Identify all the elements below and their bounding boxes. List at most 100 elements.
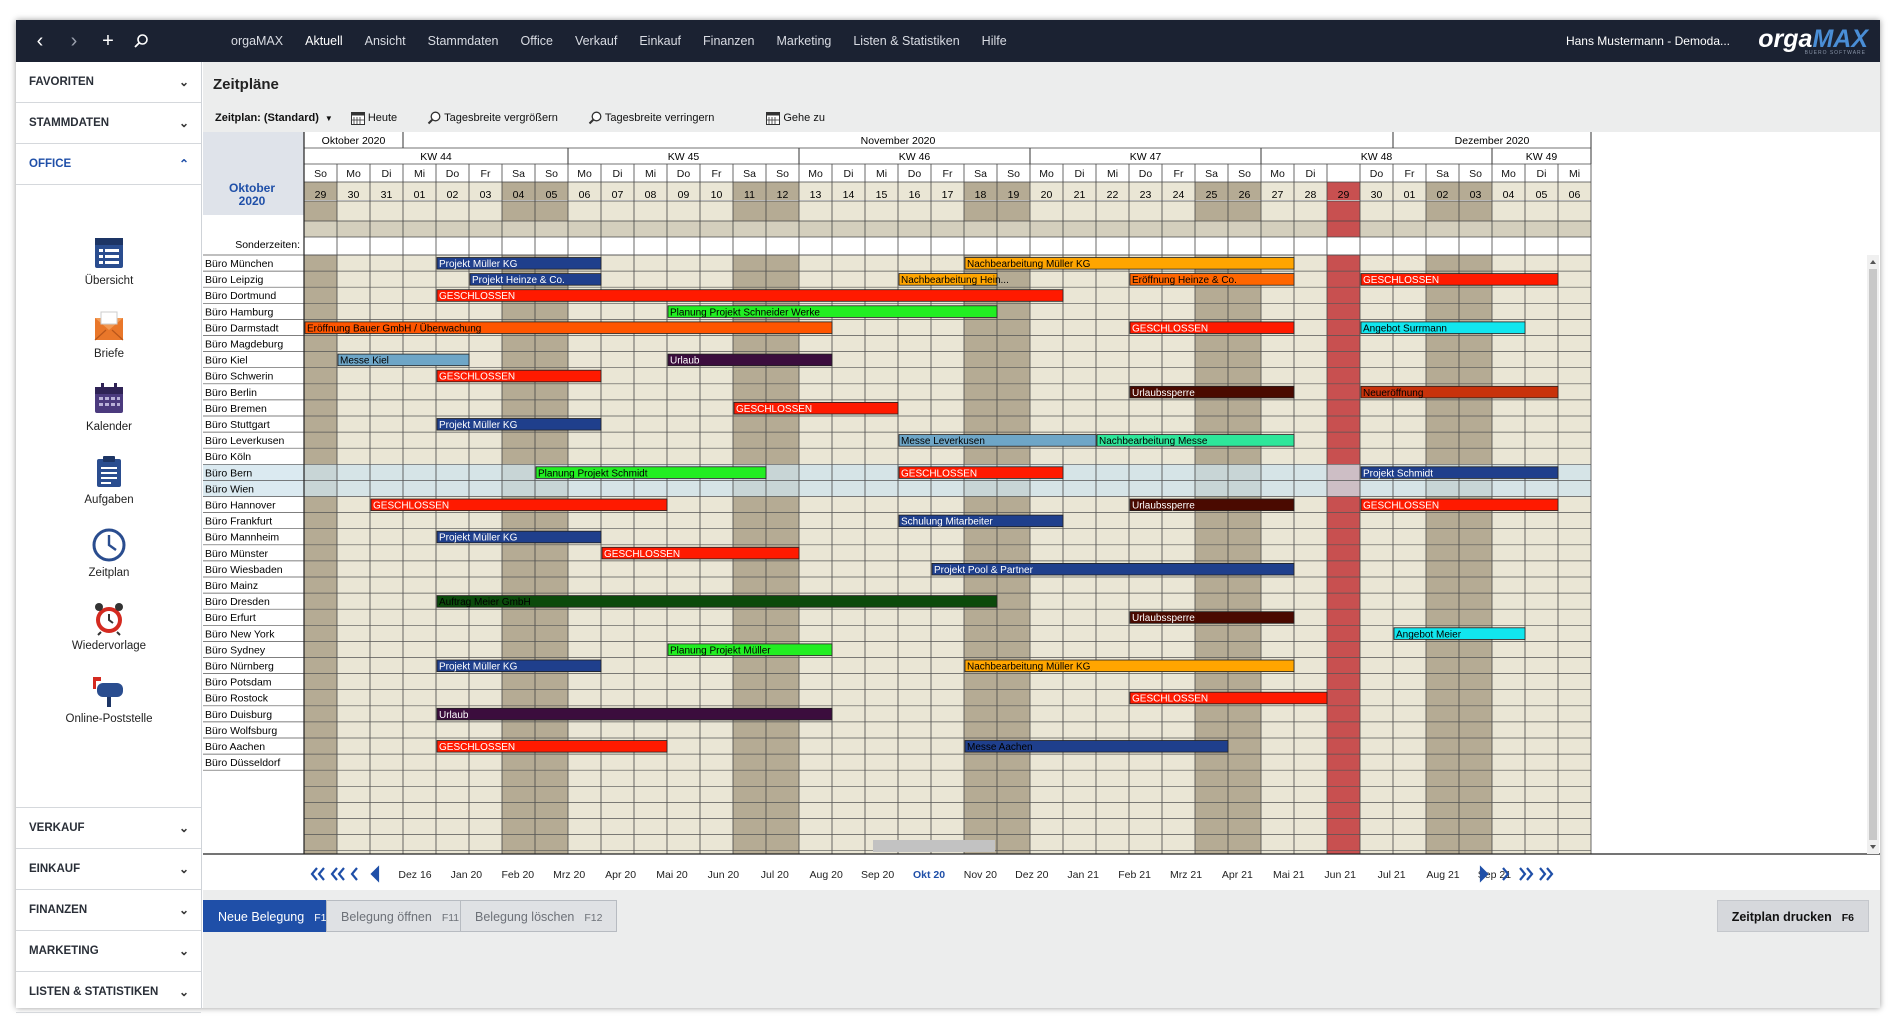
menu-item-10[interactable]: Hilfe <box>971 20 1018 62</box>
booking-bar-fill[interactable] <box>436 707 833 721</box>
office-item-clock[interactable]: Zeitplan <box>16 527 202 579</box>
sidebar-section-favoriten[interactable]: FAVORITEN ⌄ <box>16 62 201 103</box>
menu-item-6[interactable]: Einkauf <box>628 20 692 62</box>
booking-bar[interactable]: Projekt Schmidt <box>1360 466 1559 480</box>
office-item-tasks[interactable]: Aufgaben <box>16 454 202 506</box>
timeline-month-label[interactable]: Mrz 21 <box>1170 869 1202 881</box>
row-label[interactable]: Büro München <box>205 258 273 270</box>
row-label[interactable]: Büro Köln <box>205 451 251 463</box>
timeline-month-label[interactable]: Jun 21 <box>1324 869 1356 881</box>
row-label[interactable]: Büro Potsdam <box>205 677 272 689</box>
timeline-month-label[interactable]: Feb 20 <box>501 869 534 881</box>
timeline-month-label[interactable]: Aug 20 <box>810 869 843 881</box>
timeline-month-label[interactable]: Jul 21 <box>1378 869 1406 881</box>
row-label[interactable]: Büro Mannheim <box>205 532 279 544</box>
row-label[interactable]: Büro Nürnberg <box>205 661 274 673</box>
booking-bar[interactable]: Urlaubssperre <box>1129 498 1295 512</box>
booking-bar-fill[interactable] <box>436 289 1064 302</box>
sidebar-section-1[interactable]: EINKAUF ⌄ <box>16 849 201 890</box>
booking-bar[interactable]: Projekt Müller KG <box>436 257 602 271</box>
row-label[interactable]: Büro Stuttgart <box>205 419 270 431</box>
chevron-left-icon[interactable] <box>350 867 358 881</box>
user-name[interactable]: Hans Mustermann - Demoda... <box>1566 20 1730 62</box>
booking-bar[interactable]: Nachbearbeitung Messe <box>1096 434 1295 448</box>
row-label[interactable]: Büro Kiel <box>205 355 248 367</box>
row-label[interactable]: Büro Mainz <box>205 580 258 592</box>
sidebar-section-0[interactable]: VERKAUF ⌄ <box>16 808 201 849</box>
booking-bar[interactable]: GESCHLOSSEN <box>733 401 899 415</box>
sidebar-section-office[interactable]: OFFICE ⌃ <box>16 144 201 185</box>
row-label[interactable]: Büro Hannover <box>205 500 276 512</box>
booking-bar[interactable]: Urlaub <box>667 353 833 367</box>
horizontal-scroll-thumb[interactable] <box>873 840 995 852</box>
row-label[interactable]: Büro Berlin <box>205 387 257 399</box>
booking-bar[interactable]: Nachbearbeitung Hein... <box>898 273 1009 287</box>
row-label[interactable]: Büro Wien <box>205 483 254 495</box>
booking-bar[interactable]: Planung Projekt Schneider Werke <box>667 305 998 319</box>
sidebar-section-2[interactable]: FINANZEN ⌄ <box>16 890 201 931</box>
booking-bar[interactable]: GESCHLOSSEN <box>436 369 602 383</box>
sidebar-section-stammdaten[interactable]: STAMMDATEN ⌄ <box>16 103 201 144</box>
row-label[interactable]: Büro Wolfsburg <box>205 725 277 737</box>
search-icon[interactable] <box>129 29 153 53</box>
row-label[interactable]: Büro Leipzig <box>205 274 264 286</box>
today-button[interactable]: Heute <box>350 111 397 125</box>
booking-bar[interactable]: Projekt Heinze & Co. <box>469 273 602 287</box>
booking-bar[interactable]: GESCHLOSSEN <box>1129 691 1328 705</box>
row-label[interactable]: Büro Aachen <box>205 741 265 753</box>
timeline-month-label[interactable]: Dez 20 <box>1015 869 1048 881</box>
zoom-in-button[interactable]: Tagesbreite vergrößern <box>427 111 558 125</box>
booking-bar[interactable]: Schulung Mitarbeiter <box>898 514 1064 528</box>
row-label[interactable]: Büro Bern <box>205 467 252 479</box>
delete-booking-button[interactable]: Belegung löschen F12 <box>460 900 618 932</box>
booking-bar[interactable]: Nachbearbeitung Müller KG <box>964 659 1295 673</box>
schedule-grid[interactable]: Oktober 2020 November 2020 Dezember 2020 KW… <box>203 132 1880 856</box>
booking-bar[interactable]: GESCHLOSSEN <box>1360 498 1559 512</box>
zoom-out-button[interactable]: Tagesbreite verringern <box>588 111 714 125</box>
menu-item-5[interactable]: Verkauf <box>564 20 628 62</box>
timeline-month-label[interactable]: Nov 20 <box>964 869 997 881</box>
menu-item-9[interactable]: Listen & Statistiken <box>842 20 970 62</box>
row-label[interactable]: Büro Magdeburg <box>205 339 283 351</box>
booking-bar[interactable]: Planung Projekt Schmidt <box>535 466 767 480</box>
timeline-month-label[interactable]: Jan 20 <box>451 869 483 881</box>
row-label[interactable]: Büro Duisburg <box>205 709 272 721</box>
timeline-month-label[interactable]: Mai 20 <box>656 869 688 881</box>
booking-bar[interactable]: Urlaub <box>436 707 833 721</box>
timeline-navigator[interactable]: Dez 16 Jan 20 Feb 20 Mrz 20 Apr 20 Mai 20 Jun … <box>203 856 1880 890</box>
add-icon[interactable]: + <box>96 29 120 53</box>
office-item-alarm-clock[interactable]: Wiedervorlage <box>16 600 202 652</box>
row-label[interactable]: Büro Frankfurt <box>205 516 272 528</box>
booking-bar[interactable]: Messe Leverkusen <box>898 434 1097 448</box>
booking-bar[interactable]: Angebot Meier <box>1393 627 1526 641</box>
plan-selector[interactable]: Zeitplan: (Standard) ▼ <box>215 112 333 124</box>
timeline-month-label[interactable]: Feb 21 <box>1118 869 1151 881</box>
row-label[interactable]: Büro Leverkusen <box>205 435 285 447</box>
booking-bar[interactable]: Urlaubssperre <box>1129 611 1295 625</box>
booking-bar[interactable]: Messe Aachen <box>964 740 1229 754</box>
double-left-icon[interactable] <box>310 867 325 881</box>
menu-item-0[interactable]: orgaMAX <box>220 20 294 62</box>
booking-bar[interactable]: Projekt Müller KG <box>436 659 602 673</box>
booking-bar[interactable]: Planung Projekt Müller <box>667 643 833 657</box>
menu-item-2[interactable]: Ansicht <box>354 20 417 62</box>
booking-bar[interactable]: GESCHLOSSEN <box>1129 321 1295 335</box>
print-schedule-button[interactable]: Zeitplan drucken F6 <box>1716 900 1869 932</box>
office-item-mailbox[interactable]: Online-Poststelle <box>16 673 202 725</box>
sidebar-section-4[interactable]: LISTEN & STATISTIKEN ⌄ <box>16 972 201 1013</box>
timeline-month-label[interactable]: Jun 20 <box>708 869 740 881</box>
double-right-icon[interactable] <box>1519 867 1534 881</box>
back-icon[interactable]: ‹ <box>28 29 52 53</box>
booking-bar[interactable]: Nachbearbeitung Müller KG <box>964 257 1295 271</box>
timeline-month-label[interactable]: Okt 20 <box>913 869 945 881</box>
open-booking-button[interactable]: Belegung öffnen F11 <box>326 900 475 932</box>
office-item-calendar[interactable]: Kalender <box>16 381 202 433</box>
row-label[interactable]: Büro Wiesbaden <box>205 564 283 576</box>
row-label[interactable]: Büro Dortmund <box>205 290 276 302</box>
booking-bar[interactable]: Projekt Müller KG <box>436 530 602 544</box>
office-item-overview[interactable]: Übersicht <box>16 235 202 287</box>
row-label[interactable]: Büro New York <box>205 628 275 640</box>
row-label[interactable]: Büro Münster <box>205 548 269 560</box>
skip-left-icon[interactable] <box>370 865 380 883</box>
menu-item-1[interactable]: Aktuell <box>294 20 354 62</box>
